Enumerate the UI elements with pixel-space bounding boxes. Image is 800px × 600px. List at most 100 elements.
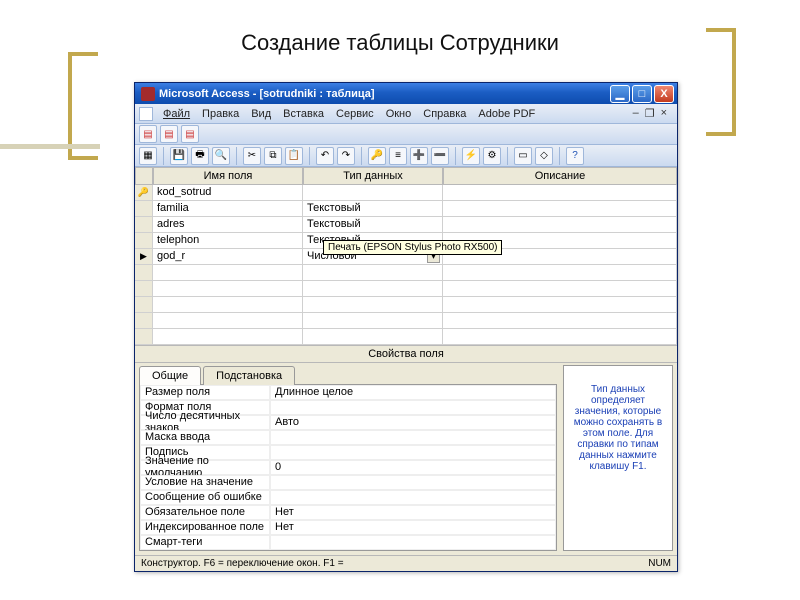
row-selector[interactable]: 🔑 — [135, 185, 153, 201]
menu-adobe[interactable]: Adobe PDF — [472, 106, 541, 122]
field-type-cell[interactable]: Текстовый — [303, 217, 443, 233]
row-selector[interactable] — [135, 217, 153, 233]
current-row-icon: ▶ — [140, 251, 147, 262]
property-label: Маска ввода — [140, 430, 270, 445]
row-selector-header[interactable] — [135, 167, 153, 185]
field-name-cell[interactable] — [153, 265, 303, 281]
doc-restore-button[interactable]: ❐ — [645, 107, 655, 120]
field-type-cell[interactable] — [303, 185, 443, 201]
access-app-icon — [141, 87, 155, 101]
field-type-cell[interactable] — [303, 265, 443, 281]
field-name-cell[interactable]: telephon — [153, 233, 303, 249]
menu-insert[interactable]: Вставка — [277, 106, 330, 122]
property-value[interactable]: 0 — [270, 460, 556, 475]
field-name-cell[interactable] — [153, 313, 303, 329]
doc-icon[interactable] — [139, 107, 153, 121]
col-header-name[interactable]: Имя поля — [153, 167, 303, 185]
property-value[interactable] — [270, 535, 556, 550]
save-button[interactable]: 💾 — [170, 147, 188, 165]
insertrow-button[interactable]: ➕ — [410, 147, 428, 165]
row-selector[interactable] — [135, 281, 153, 297]
row-selector[interactable] — [135, 233, 153, 249]
maximize-button[interactable]: □ — [632, 85, 652, 103]
field-type-cell[interactable] — [303, 297, 443, 313]
tab-general[interactable]: Общие — [139, 366, 201, 385]
field-name-cell[interactable]: god_r — [153, 249, 303, 265]
key-button[interactable]: 🔑 — [368, 147, 386, 165]
field-desc-cell[interactable] — [443, 217, 677, 233]
col-header-desc[interactable]: Описание — [443, 167, 677, 185]
primary-key-icon: 🔑 — [138, 187, 149, 198]
status-bar: Конструктор. F6 = переключение окон. F1 … — [135, 555, 677, 571]
menu-view[interactable]: Вид — [245, 106, 277, 122]
pdf-button-3[interactable]: ▤ — [181, 125, 199, 143]
tab-lookup[interactable]: Подстановка — [203, 366, 295, 385]
print-button[interactable]: 🖶 — [191, 147, 209, 165]
help-button[interactable]: ? — [566, 147, 584, 165]
build-button[interactable]: ⚙ — [483, 147, 501, 165]
minimize-button[interactable]: ▁ — [610, 85, 630, 103]
menu-tools[interactable]: Сервис — [330, 106, 380, 122]
property-value[interactable] — [270, 475, 556, 490]
field-type-cell[interactable] — [303, 329, 443, 345]
cut-button[interactable]: ✂ — [243, 147, 261, 165]
field-desc-cell[interactable] — [443, 313, 677, 329]
undo-button[interactable]: ↶ — [316, 147, 334, 165]
doc-minimize-button[interactable]: – — [633, 107, 639, 120]
view-button[interactable]: ▦ — [139, 147, 157, 165]
field-name-cell[interactable] — [153, 297, 303, 313]
property-value[interactable] — [270, 490, 556, 505]
field-desc-cell[interactable] — [443, 265, 677, 281]
dbwin-button[interactable]: ▭ — [514, 147, 532, 165]
access-window: Microsoft Access - [sotrudniki : таблица… — [134, 82, 678, 572]
menu-window[interactable]: Окно — [380, 106, 418, 122]
row-selector[interactable] — [135, 313, 153, 329]
row-selector[interactable] — [135, 329, 153, 345]
row-selector[interactable] — [135, 201, 153, 217]
deleterow-button[interactable]: ➖ — [431, 147, 449, 165]
row-selector[interactable]: ▶ — [135, 249, 153, 265]
property-value[interactable] — [270, 445, 556, 460]
field-name-cell[interactable]: adres — [153, 217, 303, 233]
paste-button[interactable]: 📋 — [285, 147, 303, 165]
close-button[interactable]: X — [654, 85, 674, 103]
field-type-cell[interactable] — [303, 281, 443, 297]
menu-file[interactable]: Файл — [157, 106, 196, 122]
copy-button[interactable]: ⧉ — [264, 147, 282, 165]
col-header-type[interactable]: Тип данных — [303, 167, 443, 185]
field-name-cell[interactable]: familia — [153, 201, 303, 217]
decor-stripe — [0, 144, 100, 149]
toolbar-main: ▦ 💾 🖶 🔍 ✂ ⧉ 📋 ↶ ↷ 🔑 ≡ ➕ ➖ ⚡ ⚙ ▭ ◇ ? П — [135, 145, 677, 166]
field-name-cell[interactable]: kod_sotrud — [153, 185, 303, 201]
redo-button[interactable]: ↷ — [337, 147, 355, 165]
menu-help[interactable]: Справка — [417, 106, 472, 122]
row-selector[interactable] — [135, 265, 153, 281]
field-desc-cell[interactable] — [443, 185, 677, 201]
property-value[interactable] — [270, 400, 556, 415]
field-desc-cell[interactable] — [443, 281, 677, 297]
title-bar[interactable]: Microsoft Access - [sotrudniki : таблица… — [135, 83, 677, 104]
field-name-cell[interactable] — [153, 281, 303, 297]
row-selector[interactable] — [135, 297, 153, 313]
field-desc-cell[interactable] — [443, 297, 677, 313]
field-desc-cell[interactable] — [443, 329, 677, 345]
preview-button[interactable]: 🔍 — [212, 147, 230, 165]
property-value[interactable]: Длинное целое — [270, 385, 556, 400]
field-desc-cell[interactable] — [443, 201, 677, 217]
pdf-button-1[interactable]: ▤ — [139, 125, 157, 143]
page-title: Создание таблицы Сотрудники — [0, 30, 800, 56]
property-label: Обязательное поле — [140, 505, 270, 520]
field-name-cell[interactable] — [153, 329, 303, 345]
field-type-cell[interactable] — [303, 313, 443, 329]
menu-edit[interactable]: Правка — [196, 106, 245, 122]
property-value[interactable]: Нет — [270, 505, 556, 520]
doc-close-button[interactable]: × — [661, 107, 667, 120]
pdf-button-2[interactable]: ▤ — [160, 125, 178, 143]
property-value[interactable]: Авто — [270, 415, 556, 430]
property-value[interactable]: Нет — [270, 520, 556, 535]
indexes-button[interactable]: ⚡ — [462, 147, 480, 165]
rows-button[interactable]: ≡ — [389, 147, 407, 165]
field-type-cell[interactable]: Текстовый — [303, 201, 443, 217]
newobj-button[interactable]: ◇ — [535, 147, 553, 165]
property-value[interactable] — [270, 430, 556, 445]
